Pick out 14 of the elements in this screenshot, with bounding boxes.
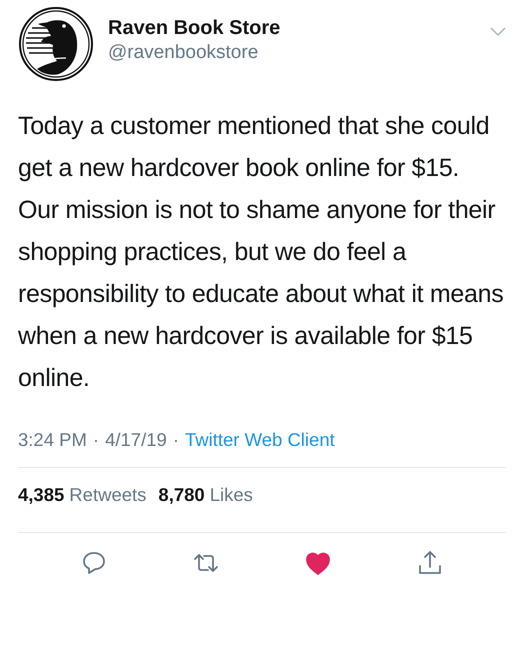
stat-label[interactable]: Likes [210, 484, 253, 506]
tweet-meta: · [92, 429, 100, 451]
tweet-meta: 4/17/19 [105, 429, 167, 451]
tweet-meta: · [172, 429, 179, 451]
account-name[interactable]: Raven Book Store [108, 16, 476, 40]
tweet-text: Today a customer mentioned that she could get a new hardcover book online for $15. Our mission is not to shame anyone for their shopping practices, but we do feel a responsibility to educate about what it means when a new hardcover is available for $15 online. [18, 111, 504, 394]
source-link[interactable]: Twitter Web Client [184, 429, 335, 451]
stat-count: 8,780 [158, 484, 205, 506]
reply-icon [80, 549, 108, 577]
stat-count: 4,385 [18, 484, 64, 506]
share-icon [416, 549, 444, 577]
account-handle[interactable]: @ravenbookstore [108, 42, 476, 64]
tweet-meta: 3:24 PM [18, 429, 87, 451]
stat-label[interactable]: Retweets [69, 484, 146, 506]
